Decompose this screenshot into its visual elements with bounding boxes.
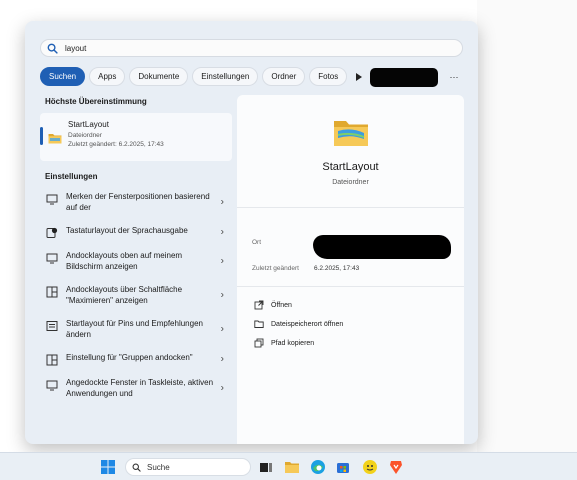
file-explorer-icon[interactable]	[284, 459, 300, 475]
copy-path-icon	[254, 338, 264, 348]
modified-value: 6.2.2025, 17:43	[314, 265, 360, 272]
taskbar-search-label: Suche	[147, 462, 170, 472]
search-icon	[132, 463, 141, 472]
narrator-icon	[46, 226, 58, 238]
open-file-location-label: Dateispeicherort öffnen	[271, 320, 344, 328]
chevron-right-icon: ›	[220, 255, 224, 267]
filter-einstellungen[interactable]: Einstellungen	[192, 67, 259, 86]
snap-layout-icon	[46, 285, 58, 298]
chevron-right-icon: ›	[220, 226, 224, 237]
search-icon	[47, 42, 59, 54]
search-panel: Suchen Apps Dokumente Einstellungen Ordn…	[25, 21, 478, 444]
modified-label: Zuletzt geändert	[252, 265, 299, 272]
divider	[237, 207, 464, 208]
monitor-icon	[46, 251, 58, 264]
monitor-icon	[46, 378, 58, 391]
selection-indicator	[40, 127, 43, 145]
search-box[interactable]	[40, 39, 463, 57]
chevron-right-icon: ›	[220, 323, 224, 335]
filter-apps[interactable]: Apps	[89, 67, 126, 86]
filter-fotos[interactable]: Fotos	[309, 67, 348, 86]
setting-item-window-positions[interactable]: Merken der Fensterpositionen basierend a…	[40, 191, 232, 213]
setting-label: Einstellung für "Gruppen andocken"	[66, 353, 193, 362]
divider	[237, 286, 464, 287]
best-match-modified: Zuletzt geändert: 6.2.2025, 17:43	[68, 141, 164, 148]
setting-item-start-layout[interactable]: Startlayout für Pins und Empfehlungen än…	[40, 318, 232, 340]
open-action[interactable]: Öffnen	[254, 300, 292, 310]
brave-icon[interactable]	[388, 459, 404, 475]
settings-heading: Einstellungen	[45, 172, 98, 181]
setting-label: Startlayout für Pins und Empfehlungen än…	[66, 319, 203, 339]
best-match-type: Dateiordner	[68, 132, 102, 139]
setting-item-snapped-windows[interactable]: Angedockte Fenster in Taskleiste, aktive…	[40, 377, 232, 399]
redacted-region	[370, 68, 438, 87]
filter-ordner[interactable]: Ordner	[262, 67, 306, 86]
setting-label: Merken der Fensterpositionen basierend a…	[66, 192, 210, 212]
chevron-right-icon: ›	[220, 196, 224, 208]
preview-type: Dateiordner	[332, 179, 369, 186]
setting-item-narrator-keyboard[interactable]: Tastaturlayout der Sprachausgabe ›	[40, 225, 232, 238]
setting-label: Andocklayouts über Schaltfläche "Maximie…	[66, 285, 183, 305]
start-layout-icon	[46, 319, 58, 331]
setting-item-snap-groups[interactable]: Einstellung für "Gruppen andocken" ›	[40, 352, 232, 366]
taskbar-search[interactable]: Suche	[125, 458, 251, 476]
snap-layout-icon	[46, 353, 58, 366]
best-match-item[interactable]: StartLayout Dateiordner Zuletzt geändert…	[40, 113, 232, 161]
setting-label: Andocklayouts oben auf meinem Bildschirm…	[66, 251, 183, 271]
location-label: Ort	[252, 239, 262, 246]
setting-item-snap-layouts-top[interactable]: Andocklayouts oben auf meinem Bildschirm…	[40, 250, 232, 272]
chevron-right-icon: ›	[220, 289, 224, 301]
chevron-right-icon: ›	[220, 382, 224, 394]
filter-bar: Suchen Apps Dokumente Einstellungen Ordn…	[40, 67, 367, 86]
app-icon[interactable]	[362, 459, 378, 475]
open-action-label: Öffnen	[271, 301, 292, 309]
more-options-button[interactable]: ⋯	[446, 69, 462, 85]
desktop-right-area	[477, 0, 577, 452]
preview-pane: StartLayout Dateiordner Ort Zuletzt geän…	[237, 95, 464, 444]
redacted-region	[313, 235, 451, 259]
copy-path-action[interactable]: Pfad kopieren	[254, 338, 314, 348]
monitor-icon	[46, 192, 58, 205]
filter-dokumente[interactable]: Dokumente	[129, 67, 189, 86]
search-input[interactable]	[65, 43, 445, 53]
open-external-icon	[254, 300, 264, 310]
open-file-location-action[interactable]: Dateispeicherort öffnen	[254, 319, 343, 329]
edge-icon[interactable]	[310, 459, 326, 475]
windows-start-icon[interactable]	[101, 460, 115, 474]
setting-label: Angedockte Fenster in Taskleiste, aktive…	[66, 378, 214, 398]
preview-title: StartLayout	[322, 161, 379, 173]
setting-item-snap-maximize[interactable]: Andocklayouts über Schaltfläche "Maximie…	[40, 284, 232, 306]
task-view-icon[interactable]	[258, 459, 274, 475]
best-match-heading: Höchste Übereinstimmung	[45, 97, 147, 106]
best-match-name: StartLayout	[68, 120, 109, 129]
chevron-right-icon: ›	[220, 353, 224, 364]
results-list: Höchste Übereinstimmung StartLayout Date…	[40, 97, 240, 399]
folder-icon	[48, 131, 62, 144]
play-icon[interactable]	[351, 67, 367, 86]
filter-suchen[interactable]: Suchen	[40, 67, 86, 86]
copy-path-label: Pfad kopieren	[271, 339, 315, 347]
taskbar: Suche	[0, 452, 577, 480]
folder-icon	[333, 117, 369, 147]
store-icon[interactable]	[335, 459, 351, 475]
folder-icon	[254, 319, 264, 329]
setting-label: Tastaturlayout der Sprachausgabe	[66, 226, 188, 235]
